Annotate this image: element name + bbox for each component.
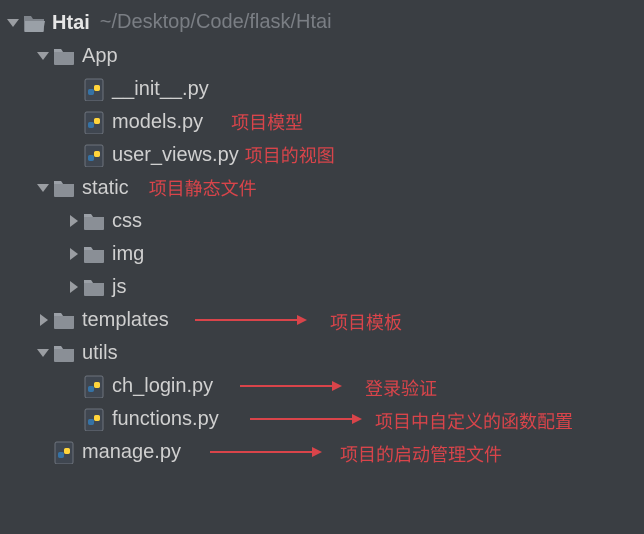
project-tree: Htai ~/Desktop/Code/flask/Htai App __ini… [0, 0, 644, 468]
node-label: manage.py [82, 440, 181, 464]
annotation-text: 项目静态文件 [149, 175, 257, 201]
chevron-down-icon[interactable] [34, 48, 52, 64]
tree-row-folder[interactable]: templates 项目模板 [0, 303, 644, 336]
arrow-icon [250, 418, 360, 420]
tree-row-file[interactable]: functions.py 项目中自定义的函数配置 [0, 402, 644, 435]
python-file-icon [82, 407, 106, 431]
node-label: static [82, 176, 129, 200]
arrow-icon [210, 451, 320, 453]
annotation-text: 项目的视图 [245, 142, 335, 168]
annotation-text: 项目模板 [330, 309, 402, 335]
folder-icon [52, 44, 76, 68]
node-label: functions.py [112, 407, 219, 431]
tree-row-file[interactable]: models.py 项目模型 [0, 105, 644, 138]
tree-row-folder[interactable]: css [0, 204, 644, 237]
root-path: ~/Desktop/Code/flask/Htai [100, 11, 332, 34]
node-label: js [112, 275, 126, 299]
node-label: ch_login.py [112, 374, 213, 398]
node-label: models.py [112, 110, 203, 134]
tree-row-root[interactable]: Htai ~/Desktop/Code/flask/Htai [0, 6, 644, 39]
folder-icon [52, 341, 76, 365]
folder-icon [52, 308, 76, 332]
chevron-down-icon[interactable] [34, 345, 52, 361]
node-label: App [82, 44, 118, 68]
tree-row-file[interactable]: user_views.py 项目的视图 [0, 138, 644, 171]
chevron-right-icon[interactable] [64, 213, 82, 229]
tree-row-file[interactable]: ch_login.py 登录验证 [0, 369, 644, 402]
node-label: __init__.py [112, 77, 209, 101]
annotation-text: 项目模型 [231, 109, 303, 135]
root-name: Htai [52, 11, 90, 35]
python-file-icon [82, 143, 106, 167]
chevron-right-icon[interactable] [64, 246, 82, 262]
arrow-icon [195, 319, 305, 321]
chevron-right-icon[interactable] [64, 279, 82, 295]
folder-icon [82, 275, 106, 299]
tree-row-folder[interactable]: js [0, 270, 644, 303]
chevron-down-icon[interactable] [34, 180, 52, 196]
node-label: user_views.py [112, 143, 239, 167]
tree-row-file[interactable]: __init__.py [0, 72, 644, 105]
tree-row-folder[interactable]: static 项目静态文件 [0, 171, 644, 204]
node-label: utils [82, 341, 118, 365]
annotation-text: 项目的启动管理文件 [340, 441, 502, 467]
chevron-down-icon[interactable] [4, 15, 22, 31]
node-label: templates [82, 308, 169, 332]
python-file-icon [82, 77, 106, 101]
python-file-icon [82, 110, 106, 134]
tree-row-folder[interactable]: utils [0, 336, 644, 369]
node-label: img [112, 242, 144, 266]
arrow-icon [240, 385, 340, 387]
folder-icon [52, 176, 76, 200]
folder-open-icon [22, 11, 46, 35]
annotation-text: 项目中自定义的函数配置 [375, 408, 573, 434]
python-file-icon [82, 374, 106, 398]
node-label: css [112, 209, 142, 233]
folder-icon [82, 209, 106, 233]
python-file-icon [52, 440, 76, 464]
tree-row-folder[interactable]: img [0, 237, 644, 270]
chevron-right-icon[interactable] [34, 312, 52, 328]
tree-row-folder[interactable]: App [0, 39, 644, 72]
tree-row-file[interactable]: manage.py 项目的启动管理文件 [0, 435, 644, 468]
folder-icon [82, 242, 106, 266]
annotation-text: 登录验证 [365, 375, 437, 401]
